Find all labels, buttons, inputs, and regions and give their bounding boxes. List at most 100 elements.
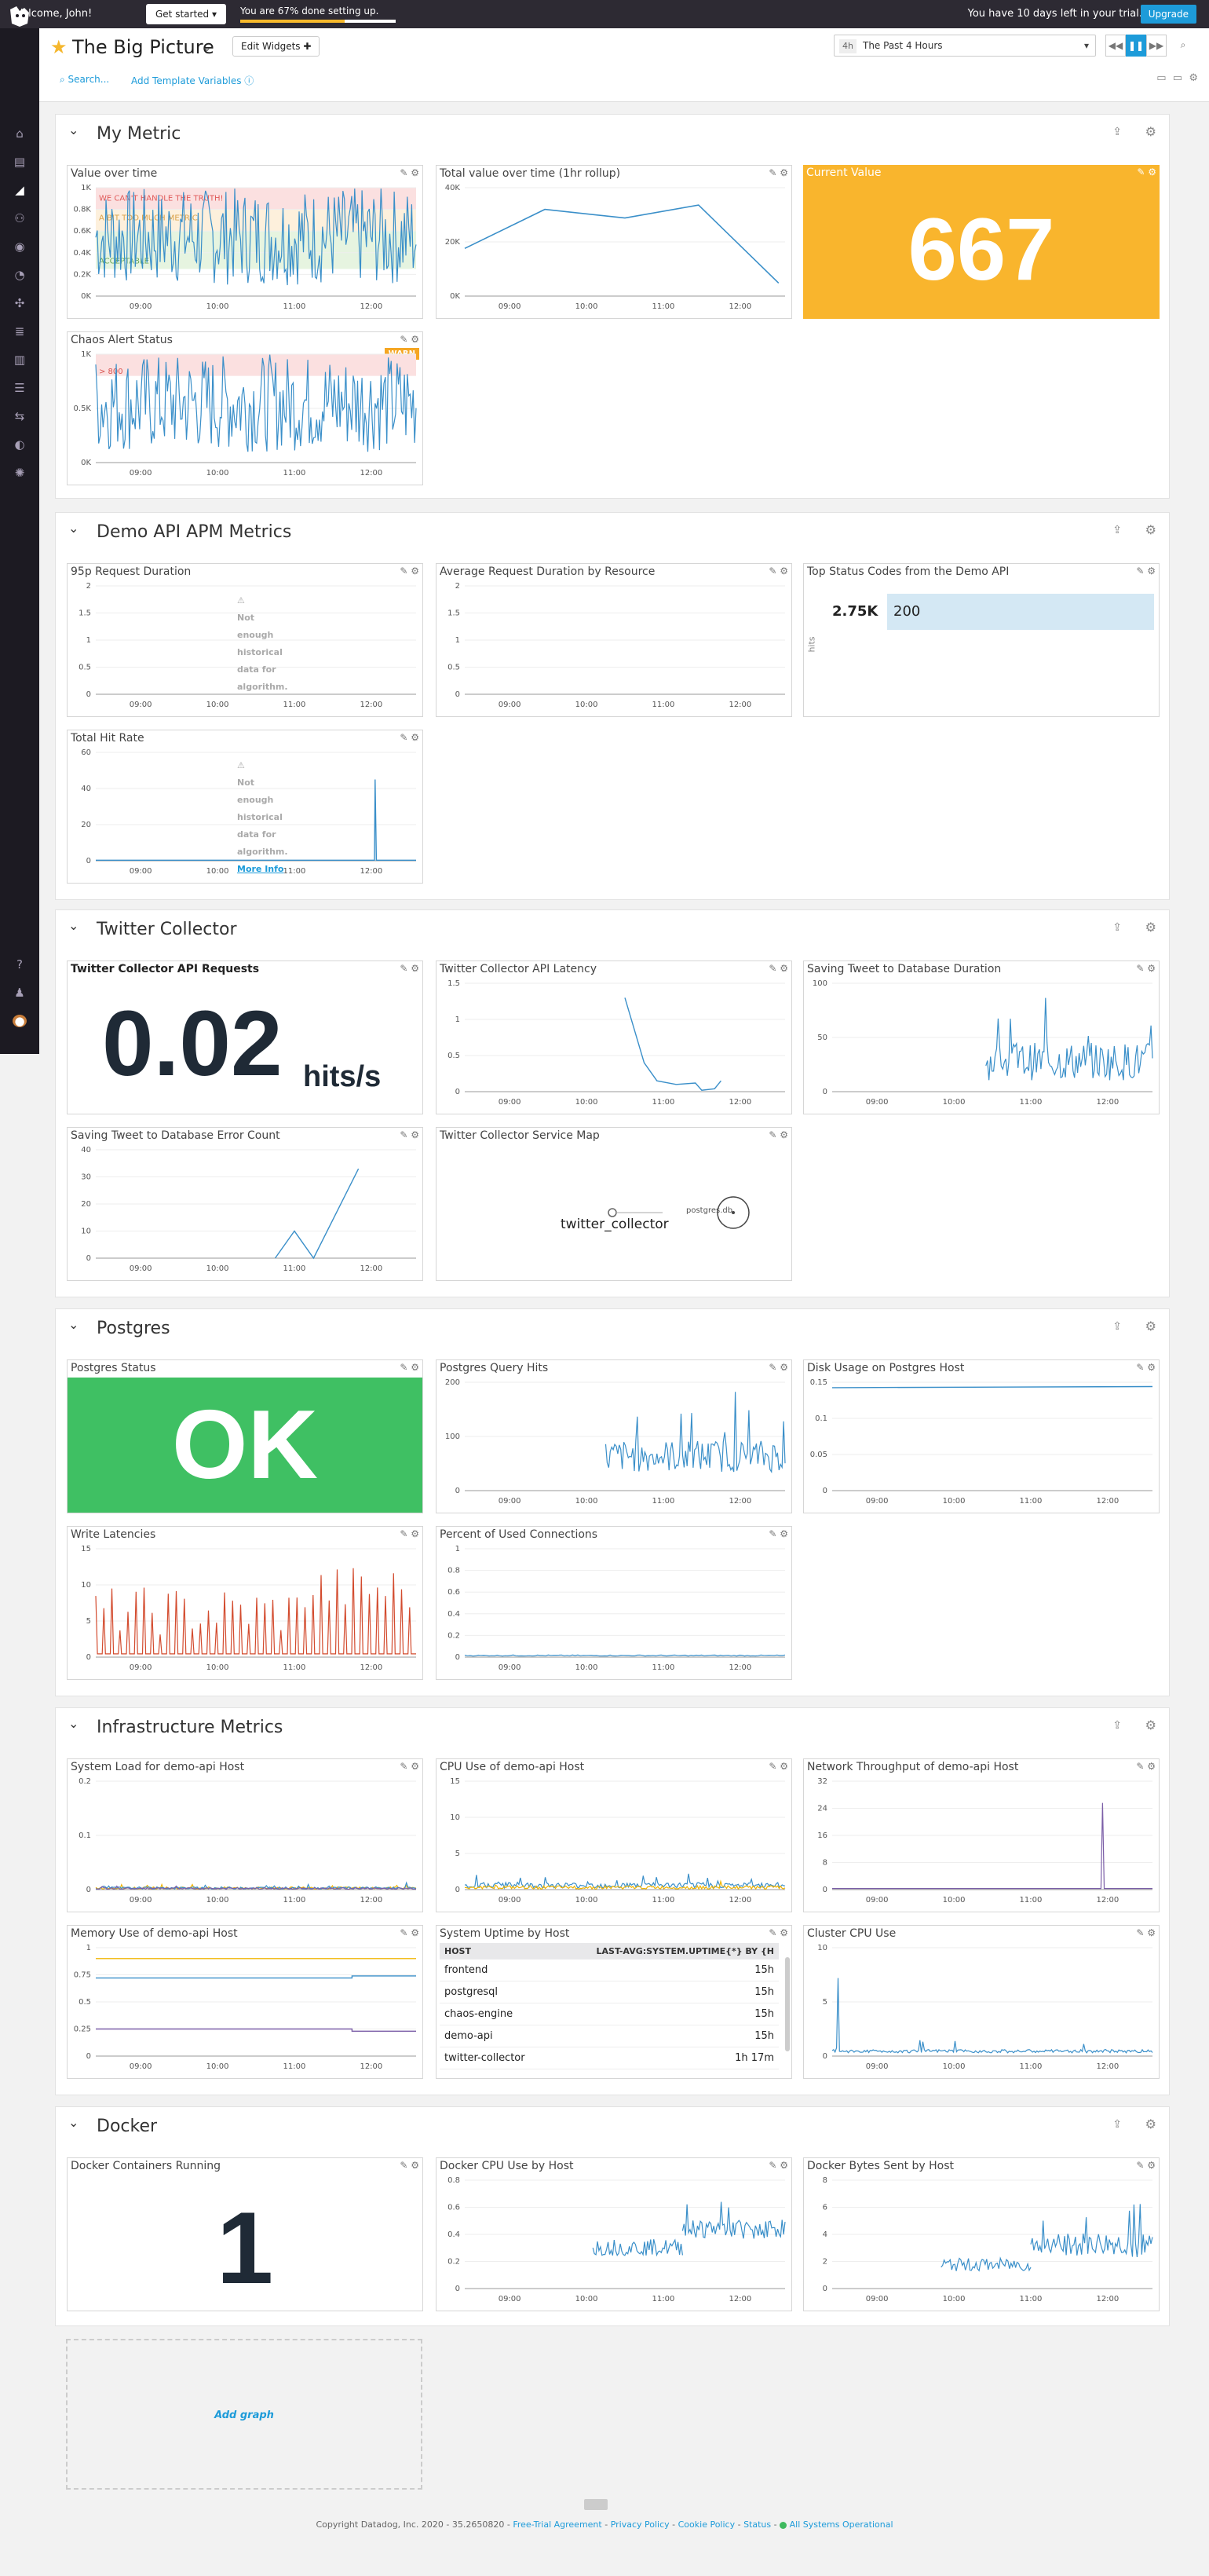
edit-pencil-gear-icon[interactable]: ✎ ⚙ bbox=[400, 565, 419, 576]
edit-pencil-gear-icon[interactable]: ✎ ⚙ bbox=[769, 1129, 788, 1140]
edit-pencil-gear-icon[interactable]: ✎ ⚙ bbox=[769, 565, 788, 576]
edit-pencil-gear-icon[interactable]: ✎ ⚙ bbox=[1136, 565, 1156, 576]
widget-disk-usage[interactable]: Disk Usage on Postgres Host ✎ ⚙ 0.15 0.1 0… bbox=[803, 1359, 1160, 1513]
widget-cluster-cpu[interactable]: Cluster CPU Use ✎ ⚙ 10 5 0 09:00 10:00 11:00 1… bbox=[803, 1925, 1160, 2079]
share-icon[interactable]: ⇪ bbox=[1112, 1320, 1122, 1333]
widget-total-value[interactable]: Total value over time (1hr rollup) ✎ ⚙ 4… bbox=[436, 165, 792, 319]
widget-current-value[interactable]: Current Value ✎ ⚙ 667 bbox=[803, 165, 1160, 319]
gear-icon[interactable]: ⚙ bbox=[1145, 1319, 1156, 1334]
widget-avg-resource[interactable]: Average Request Duration by Resource ✎ ⚙… bbox=[436, 563, 792, 717]
widget-docker-cpu[interactable]: Docker CPU Use by Host ✎ ⚙ 0.8 0.6 0.4 0.2 0… bbox=[436, 2157, 792, 2311]
table-row[interactable]: twitter-collector 1h 17m bbox=[440, 2047, 779, 2069]
upgrade-button[interactable]: Upgrade bbox=[1140, 5, 1196, 24]
table-row[interactable]: chaos-engine 15h bbox=[440, 2003, 779, 2025]
nav-events-icon[interactable]: ▤ bbox=[13, 156, 27, 168]
search-zoom-icon[interactable]: ⌕ bbox=[1173, 35, 1193, 57]
nav-team-icon[interactable]: ♟ bbox=[13, 986, 27, 999]
table-row[interactable]: demo-api 15h bbox=[440, 2025, 779, 2047]
time-range-selector[interactable]: 4h The Past 4 Hours ▾ bbox=[834, 35, 1096, 57]
widget-docker-bytes[interactable]: Docker Bytes Sent by Host ✎ ⚙ 8 6 4 2 0 09:00… bbox=[803, 2157, 1160, 2311]
get-started-button[interactable]: Get started ▾ bbox=[146, 4, 226, 24]
widget-service-map[interactable]: Twitter Collector Service Map ✎ ⚙ postgr… bbox=[436, 1127, 792, 1281]
collapse-chevron-icon[interactable]: ⌄ bbox=[68, 521, 79, 536]
collapse-chevron-icon[interactable]: ⌄ bbox=[68, 123, 79, 137]
widget-system-load[interactable]: System Load for demo-api Host ✎ ⚙ 0.2 0.1… bbox=[67, 1758, 423, 1912]
share-icon[interactable]: ⇪ bbox=[1112, 126, 1122, 138]
edit-pencil-gear-icon[interactable]: ✎ ⚙ bbox=[1136, 1362, 1156, 1373]
widget-used-connections[interactable]: Percent of Used Connections ✎ ⚙ 1 0.8 0.6 0… bbox=[436, 1526, 792, 1680]
widget-query-hits[interactable]: Postgres Query Hits ✎ ⚙ 200 100 0 09:00 10:0… bbox=[436, 1359, 792, 1513]
widget-containers-running[interactable]: Docker Containers Running ✎ ⚙ 1 bbox=[67, 2157, 423, 2311]
widget-write-latencies[interactable]: Write Latencies ✎ ⚙ 15 10 5 0 09:00 10:00 11:0… bbox=[67, 1526, 423, 1680]
keyboard-shortcut-icon[interactable] bbox=[584, 2499, 608, 2510]
gear-icon[interactable]: ⚙ bbox=[1145, 920, 1156, 935]
edit-pencil-gear-icon[interactable]: ✎ ⚙ bbox=[400, 167, 419, 178]
widget-p95-duration[interactable]: 95p Request Duration ✎ ⚙ 2 1.5 1 0.5 0 09:00 1… bbox=[67, 563, 423, 717]
dashboard-title[interactable]: The Big Picture bbox=[72, 36, 214, 58]
privacy-policy-link[interactable]: Privacy Policy bbox=[611, 2519, 670, 2530]
status-link[interactable]: Status bbox=[743, 2519, 771, 2530]
widget-error-count[interactable]: Saving Tweet to Database Error Count ✎ ⚙… bbox=[67, 1127, 423, 1281]
edit-pencil-gear-icon[interactable]: ✎ ⚙ bbox=[1137, 166, 1156, 177]
gear-icon[interactable]: ⚙ bbox=[1145, 522, 1156, 537]
share-icon[interactable]: ⇪ bbox=[1112, 1719, 1122, 1732]
datadog-logo-icon[interactable] bbox=[7, 5, 32, 28]
nav-synthetics-icon[interactable]: ⇆ bbox=[13, 410, 27, 423]
edit-widgets-button[interactable]: Edit Widgets ✚ bbox=[232, 36, 320, 57]
edit-pencil-gear-icon[interactable]: ✎ ⚙ bbox=[400, 732, 419, 743]
widget-memory[interactable]: Memory Use of demo-api Host ✎ ⚙ 1 0.75 0.5… bbox=[67, 1925, 423, 2079]
edit-pencil-gear-icon[interactable]: ✎ ⚙ bbox=[400, 1362, 419, 1373]
column-header-host[interactable]: HOST bbox=[440, 1943, 550, 1959]
share-icon[interactable]: ⇪ bbox=[1112, 524, 1122, 536]
widget-uptime[interactable]: System Uptime by Host ✎ ⚙ HOST LAST-AVG:… bbox=[436, 1925, 792, 2079]
edit-pencil-gear-icon[interactable]: ✎ ⚙ bbox=[769, 167, 788, 178]
widget-postgres-status[interactable]: Postgres Status ✎ ⚙ OK bbox=[67, 1359, 423, 1513]
help-icon[interactable]: ⓘ bbox=[244, 75, 254, 86]
widget-api-requests[interactable]: Twitter Collector API Requests ✎ ⚙ 0.02 … bbox=[67, 961, 423, 1114]
edit-pencil-gear-icon[interactable]: ✎ ⚙ bbox=[1136, 1761, 1156, 1772]
widget-value-over-time[interactable]: Value over time ✎ ⚙ 1K 0.8K 0.6K 0.4K 0.2K 0K… bbox=[67, 165, 423, 319]
nav-metrics-icon[interactable]: ◔ bbox=[13, 269, 27, 281]
edit-pencil-gear-icon[interactable]: ✎ ⚙ bbox=[400, 963, 419, 974]
nav-dashboards-icon[interactable]: ◢ bbox=[13, 184, 27, 196]
rewind-button[interactable]: ◀◀ bbox=[1105, 35, 1126, 57]
nav-integrations-icon[interactable]: ✣ bbox=[13, 297, 27, 309]
nav-monitors-icon[interactable]: ◉ bbox=[13, 240, 27, 253]
widget-total-hit-rate[interactable]: Total Hit Rate ✎ ⚙ 60 40 20 0 09:00 10:00 11:0… bbox=[67, 730, 423, 884]
chevron-down-icon[interactable]: ⌄ bbox=[202, 39, 212, 54]
column-header-value[interactable]: LAST-AVG:SYSTEM.UPTIME{*} BY {H bbox=[550, 1943, 779, 1959]
view-mode-icons[interactable]: ▭ ▭ ⚙ bbox=[1156, 72, 1198, 84]
forward-button[interactable]: ▶▶ bbox=[1146, 35, 1167, 57]
more-info-link[interactable]: More Info bbox=[237, 861, 284, 878]
widget-saving-duration[interactable]: Saving Tweet to Database Duration ✎ ⚙ 10… bbox=[803, 961, 1160, 1114]
service-node-twitter[interactable] bbox=[608, 1208, 617, 1217]
nav-security-icon[interactable]: ◐ bbox=[13, 438, 27, 451]
table-row[interactable]: frontend 15h bbox=[440, 1959, 779, 1981]
share-icon[interactable]: ⇪ bbox=[1112, 921, 1122, 934]
edit-pencil-gear-icon[interactable]: ✎ ⚙ bbox=[769, 963, 788, 974]
widget-chaos-alert[interactable]: Chaos Alert Status ✎ ⚙ WARN 1K0.5K0K09:0… bbox=[67, 331, 423, 485]
share-icon[interactable]: ⇪ bbox=[1112, 2118, 1122, 2131]
widget-cpu-use[interactable]: CPU Use of demo-api Host ✎ ⚙ 15 10 5 0 09:00… bbox=[436, 1758, 792, 1912]
edit-pencil-gear-icon[interactable]: ✎ ⚙ bbox=[769, 2160, 788, 2171]
nav-help-icon[interactable]: ? bbox=[13, 958, 27, 971]
edit-pencil-gear-icon[interactable]: ✎ ⚙ bbox=[400, 1927, 419, 1938]
widget-network[interactable]: Network Throughput of demo-api Host ✎ ⚙ … bbox=[803, 1758, 1160, 1912]
gear-icon[interactable]: ⚙ bbox=[1145, 1718, 1156, 1733]
widget-api-latency[interactable]: Twitter Collector API Latency ✎ ⚙ 1.5 1 0.… bbox=[436, 961, 792, 1114]
nav-infrastructure-icon[interactable]: ⚇ bbox=[13, 212, 27, 225]
collapse-chevron-icon[interactable]: ⌄ bbox=[68, 2115, 79, 2130]
user-avatar[interactable]: ● bbox=[13, 1015, 27, 1027]
edit-pencil-gear-icon[interactable]: ✎ ⚙ bbox=[769, 1927, 788, 1938]
edit-pencil-gear-icon[interactable]: ✎ ⚙ bbox=[1136, 1927, 1156, 1938]
nav-notebooks-icon[interactable]: ▥ bbox=[13, 353, 27, 366]
edit-pencil-gear-icon[interactable]: ✎ ⚙ bbox=[1136, 2160, 1156, 2171]
add-graph-placeholder[interactable]: Add graph bbox=[66, 2339, 422, 2490]
nav-rum-icon[interactable]: ✺ bbox=[13, 467, 27, 479]
edit-pencil-gear-icon[interactable]: ✎ ⚙ bbox=[400, 1528, 419, 1539]
nav-apm-icon[interactable]: ≣ bbox=[13, 325, 27, 338]
collapse-chevron-icon[interactable]: ⌄ bbox=[68, 1317, 79, 1332]
nav-watchdog-icon[interactable]: ⌂ bbox=[13, 127, 27, 140]
widget-top-status-codes[interactable]: Top Status Codes from the Demo API ✎ ⚙ 2… bbox=[803, 563, 1160, 717]
free-trial-link[interactable]: Free-Trial Agreement bbox=[513, 2519, 601, 2530]
